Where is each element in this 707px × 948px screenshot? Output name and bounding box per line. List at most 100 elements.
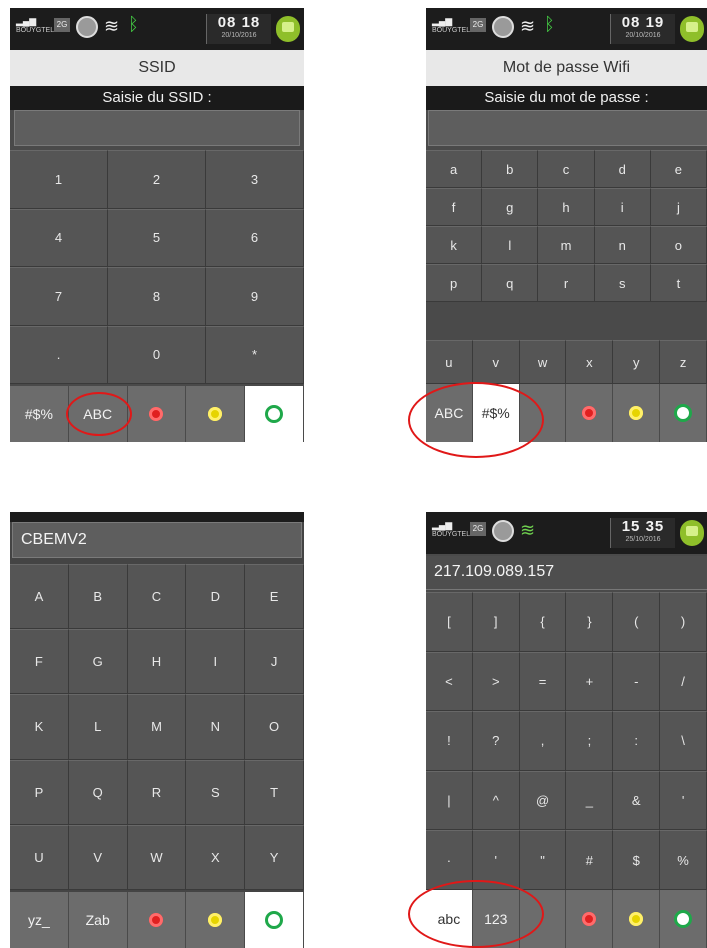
key-o[interactable]: o	[650, 226, 707, 264]
key-J[interactable]: J	[245, 629, 304, 695]
key-E[interactable]: E	[245, 564, 304, 630]
key-ampersand[interactable]: &	[613, 770, 661, 831]
key-P[interactable]: P	[10, 759, 69, 825]
key-close-paren[interactable]: )	[660, 592, 707, 652]
key-pipe[interactable]: |	[426, 770, 473, 831]
key-H[interactable]: H	[127, 629, 187, 695]
key-N[interactable]: N	[186, 694, 246, 760]
password-input[interactable]	[428, 110, 707, 146]
key-5[interactable]: 5	[108, 208, 206, 267]
key-caret[interactable]: ^	[472, 770, 520, 831]
key-q[interactable]: q	[482, 264, 539, 302]
key-B[interactable]: B	[68, 564, 128, 630]
key-W[interactable]: W	[127, 824, 187, 890]
key-8[interactable]: 8	[108, 267, 206, 326]
key-percent[interactable]: %	[660, 830, 707, 890]
correct-button[interactable]	[613, 890, 661, 948]
key-colon[interactable]: :	[613, 711, 661, 771]
key-M[interactable]: M	[127, 694, 187, 760]
key-at[interactable]: @	[519, 770, 567, 831]
key-9[interactable]: 9	[206, 267, 304, 326]
key-b[interactable]: b	[482, 150, 539, 188]
cancel-button[interactable]	[127, 892, 187, 948]
key-double-quote[interactable]: "	[519, 830, 567, 890]
key-3[interactable]: 3	[206, 150, 304, 209]
key-dot[interactable]: .	[10, 325, 108, 384]
key-u[interactable]: u	[426, 340, 473, 384]
key-1[interactable]: 1	[10, 150, 108, 209]
key-d[interactable]: d	[594, 150, 651, 188]
key-open-bracket[interactable]: [	[426, 592, 473, 652]
key-S[interactable]: S	[186, 759, 246, 825]
key-slash[interactable]: /	[660, 651, 707, 712]
key-z[interactable]: z	[660, 340, 707, 384]
key-a[interactable]: a	[426, 150, 483, 188]
key-6[interactable]: 6	[206, 208, 304, 267]
key-I[interactable]: I	[186, 629, 246, 695]
key-apostrophe[interactable]: '	[660, 770, 707, 831]
key-L[interactable]: L	[68, 694, 128, 760]
key-7[interactable]: 7	[10, 267, 108, 326]
key-A[interactable]: A	[10, 564, 69, 630]
cancel-button[interactable]	[566, 384, 614, 442]
key-backslash[interactable]: \	[660, 711, 707, 771]
key-r[interactable]: r	[538, 264, 595, 302]
validate-button[interactable]	[660, 890, 707, 948]
key-close-brace[interactable]: }	[566, 592, 614, 652]
key-close-bracket[interactable]: ]	[472, 592, 520, 652]
key-semicolon[interactable]: ;	[566, 711, 614, 771]
key-Y[interactable]: Y	[245, 824, 304, 890]
key-O[interactable]: O	[245, 694, 304, 760]
ssid-input[interactable]	[14, 110, 300, 146]
key-exclamation[interactable]: !	[426, 711, 473, 771]
key-y[interactable]: y	[613, 340, 661, 384]
key-equals[interactable]: =	[519, 651, 567, 712]
key-k[interactable]: k	[426, 226, 483, 264]
key-R[interactable]: R	[127, 759, 187, 825]
key-open-brace[interactable]: {	[519, 592, 567, 652]
key-T[interactable]: T	[245, 759, 304, 825]
key-f[interactable]: f	[426, 188, 483, 226]
key-x[interactable]: x	[566, 340, 614, 384]
key-0[interactable]: 0	[108, 325, 206, 384]
text-input[interactable]: 217.109.089.157	[426, 556, 707, 590]
key-question[interactable]: ?	[472, 711, 520, 771]
validate-button[interactable]	[245, 892, 304, 948]
key-dollar[interactable]: $	[613, 830, 661, 890]
key-m[interactable]: m	[538, 226, 595, 264]
correct-button[interactable]	[186, 892, 246, 948]
key-minus[interactable]: -	[613, 651, 661, 712]
key-i[interactable]: i	[594, 188, 651, 226]
key-n[interactable]: n	[594, 226, 651, 264]
validate-button[interactable]	[660, 384, 707, 442]
key-2[interactable]: 2	[108, 150, 206, 209]
key-hash[interactable]: #	[566, 830, 614, 890]
key-V[interactable]: V	[68, 824, 128, 890]
key-w[interactable]: w	[519, 340, 567, 384]
key-greater-than[interactable]: >	[472, 651, 520, 712]
key-Q[interactable]: Q	[68, 759, 128, 825]
key-c[interactable]: c	[538, 150, 595, 188]
key-underscore[interactable]: _	[566, 770, 614, 831]
symbols-button[interactable]: #$%	[10, 386, 69, 442]
text-input[interactable]: CBEMV2	[12, 522, 302, 558]
key-v[interactable]: v	[472, 340, 520, 384]
key-s[interactable]: s	[594, 264, 651, 302]
key-K[interactable]: K	[10, 694, 69, 760]
key-j[interactable]: j	[650, 188, 707, 226]
correct-button[interactable]	[186, 386, 246, 442]
key-less-than[interactable]: <	[426, 651, 473, 712]
cancel-button[interactable]	[566, 890, 614, 948]
key-p[interactable]: p	[426, 264, 483, 302]
key-F[interactable]: F	[10, 629, 69, 695]
key-t[interactable]: t	[650, 264, 707, 302]
key-h[interactable]: h	[538, 188, 595, 226]
correct-button[interactable]	[613, 384, 661, 442]
lowercase-button[interactable]: Zab	[68, 892, 128, 948]
key-C[interactable]: C	[127, 564, 187, 630]
key-g[interactable]: g	[482, 188, 539, 226]
key-comma[interactable]: ,	[519, 711, 567, 771]
key-l[interactable]: l	[482, 226, 539, 264]
key-plus[interactable]: +	[566, 651, 614, 712]
key-e[interactable]: e	[650, 150, 707, 188]
